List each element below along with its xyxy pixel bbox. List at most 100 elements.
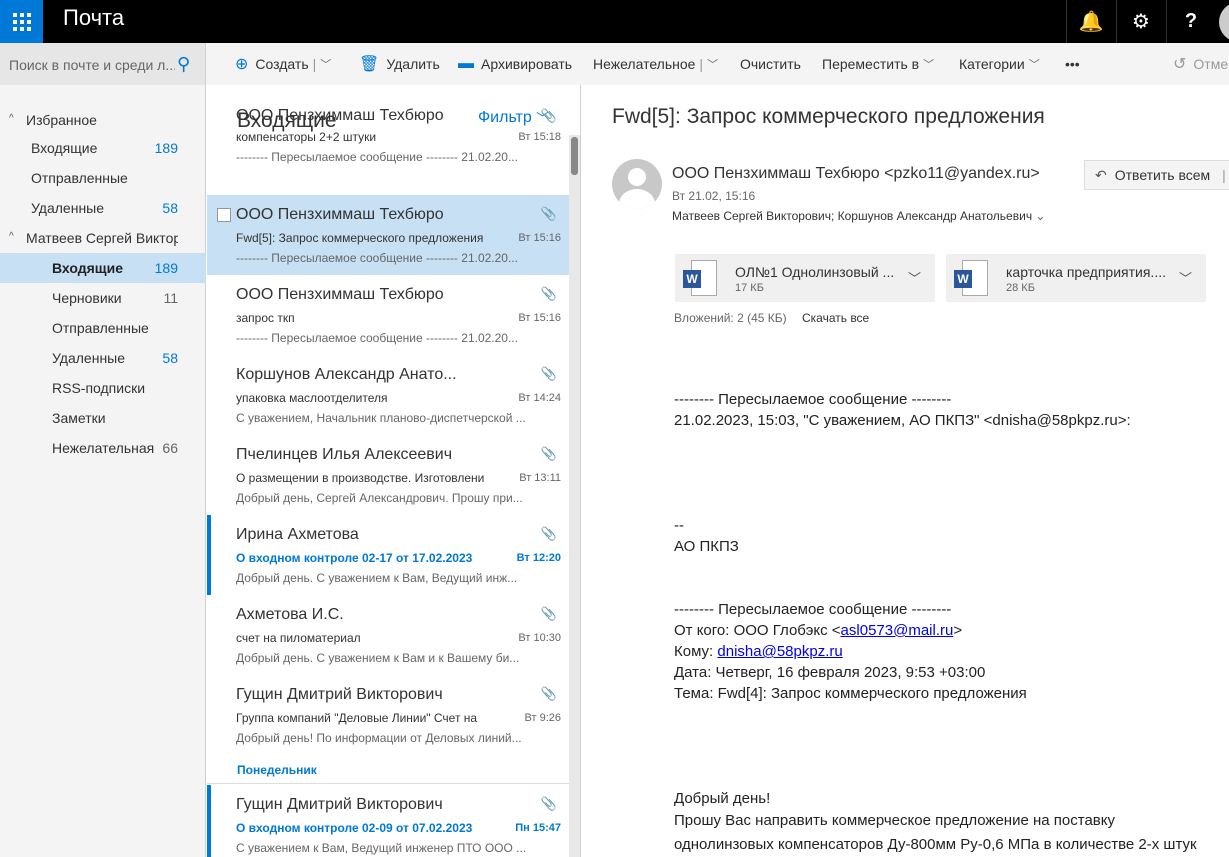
message-time: Вт 10:30	[518, 632, 561, 644]
junk-label: Нежелательное	[593, 56, 696, 72]
message-preview: -------- Пересылаемое сообщение --------…	[236, 150, 518, 164]
search-icon[interactable]: ⚲	[177, 54, 190, 75]
new-message-button[interactable]: ⊕ Создать | ﹀	[235, 43, 331, 85]
undo-label: Отме	[1193, 56, 1229, 72]
list-item[interactable]: ООО Пензхиммаш Техбюро компенсаторы 2+2 …	[207, 107, 569, 195]
unread-count: 189	[154, 140, 178, 156]
email-link[interactable]: dnisha@58pkpz.ru	[717, 643, 842, 660]
list-item[interactable]: ООО Пензхиммаш Техбюро запрос ткп Вт 15:…	[207, 275, 569, 355]
archive-button[interactable]: ▬ Архивировать	[458, 43, 572, 85]
body-text: --	[674, 517, 684, 534]
paperclip-icon: 📎	[540, 606, 557, 621]
recipients[interactable]: Матвеев Сергей Викторович; Коршунов Алек…	[672, 209, 1045, 223]
message-time: Вт 15:16	[518, 312, 561, 324]
paperclip-icon: 📎	[540, 206, 557, 221]
paperclip-icon: 📎	[540, 366, 557, 381]
sidebar-item-deleted[interactable]: Удаленные 58	[0, 343, 206, 373]
sidebar-item-junk[interactable]: Нежелательная 66	[0, 433, 206, 463]
top-bar	[0, 0, 1229, 43]
message-time: Вт 15:16	[518, 232, 561, 244]
add-icon: ⊕	[235, 56, 249, 73]
list-item[interactable]: Пчелинцев Илья Алексеевич О размещении в…	[207, 435, 569, 515]
account-header[interactable]: ^ Матвеев Сергей Виктор	[0, 223, 206, 253]
item-count: 11	[163, 290, 178, 306]
app-launcher-icon[interactable]	[0, 0, 43, 43]
sidebar-item-sent[interactable]: Отправленные	[0, 313, 206, 343]
attachment-card[interactable]: W ОЛ№1 Однолинзовый ... 17 КБ ﹀	[675, 254, 935, 302]
chevron-up-icon[interactable]: ^	[9, 231, 14, 242]
body-from-line: От кого: ООО Глобэкс <asl0573@mail.ru>	[674, 622, 963, 639]
message-subject: О входном контроле 02-09 от 07.02.2023	[236, 821, 473, 835]
move-to-button[interactable]: Переместить в ﹀	[822, 43, 934, 85]
bell-icon[interactable]: 🔔	[1066, 0, 1115, 43]
sidebar-item-fav-deleted[interactable]: Удаленные 58	[0, 193, 206, 223]
list-item[interactable]: Ахметова И.С. счет на пиломатериал Вт 10…	[207, 595, 569, 675]
message-preview: С уважением к Вам, Ведущий инженер ПТО О…	[236, 841, 526, 855]
message-sender: Гущин Дмитрий Викторович	[236, 686, 443, 703]
undo-button[interactable]: ↺ Отме	[1173, 43, 1228, 85]
more-icon: •••	[1065, 56, 1080, 72]
reply-all-button[interactable]: ↶ Ответить всем |	[1084, 160, 1229, 190]
body-text: Добрый день!	[674, 790, 771, 807]
message-sender: ООО Пензхиммаш Техбюро	[236, 286, 444, 303]
chevron-down-icon[interactable]: ﹀	[1179, 268, 1192, 287]
chevron-down-icon[interactable]: ﹀	[707, 56, 718, 72]
undo-icon: ↺	[1173, 56, 1187, 73]
attachment-name: карточка предприятия....	[1006, 264, 1166, 280]
message-subject-heading: Fwd[5]: Запрос коммерческого предложения	[612, 105, 1045, 128]
paperclip-icon: 📎	[540, 796, 557, 811]
item-count: 66	[162, 440, 178, 456]
message-preview: Добрый день! По информации от Деловых ли…	[236, 731, 522, 745]
help-icon[interactable]: ?	[1166, 0, 1215, 43]
categories-button[interactable]: Категории ﹀	[959, 43, 1040, 85]
list-item[interactable]: Гущин Дмитрий Викторович О входном контр…	[207, 785, 569, 857]
sender-address[interactable]: ООО Пензхиммаш Техбюро <pzko11@yandex.ru…	[672, 165, 1040, 183]
list-item[interactable]: Ирина Ахметова О входном контроле 02-17 …	[207, 515, 569, 595]
select-checkbox[interactable]	[217, 208, 231, 222]
archive-icon: ▬	[458, 55, 474, 72]
list-item[interactable]: Коршунов Александр Анато... упаковка мас…	[207, 355, 569, 435]
unread-count: 189	[154, 260, 178, 276]
sidebar-item-notes[interactable]: Заметки	[0, 403, 206, 433]
reply-all-icon: ↶	[1095, 166, 1107, 183]
message-sender: Ирина Ахметова	[236, 526, 359, 543]
more-button[interactable]: •••	[1065, 43, 1080, 85]
word-document-icon: W	[954, 260, 988, 296]
gear-icon[interactable]: ⚙	[1116, 0, 1165, 43]
message-sender: Гущин Дмитрий Викторович	[236, 796, 443, 813]
sidebar-item-drafts[interactable]: Черновики 11	[0, 283, 206, 313]
message-subject: О входном контроле 02-17 от 17.02.2023	[236, 551, 473, 565]
chevron-down-icon[interactable]: ﹀	[908, 268, 921, 287]
sidebar-item-rss[interactable]: RSS-подписки	[0, 373, 206, 403]
list-item[interactable]: Гущин Дмитрий Викторович Группа компаний…	[207, 675, 569, 755]
download-all-link[interactable]: Скачать все	[802, 311, 869, 325]
junk-button[interactable]: Нежелательное | ﹀	[593, 43, 718, 85]
unread-count: 58	[162, 350, 178, 366]
attachment-size: 28 КБ	[1006, 282, 1035, 294]
attachment-card[interactable]: W карточка предприятия.... 28 КБ ﹀	[946, 254, 1206, 302]
search-input[interactable]: Поиск в почте и среди л... ⚲	[0, 43, 206, 85]
attachment-name: ОЛ№1 Однолинзовый ...	[735, 264, 895, 280]
chevron-down-icon[interactable]: ﹀	[320, 56, 331, 72]
favorites-header[interactable]: ^ Избранное	[0, 105, 206, 135]
message-time: Пн 15:47	[515, 822, 561, 834]
search-placeholder: Поиск в почте и среди л...	[9, 57, 175, 73]
word-document-icon: W	[683, 260, 717, 296]
sweep-button[interactable]: Очистить	[740, 43, 801, 85]
message-time: Вт 13:11	[519, 472, 561, 484]
delete-button[interactable]: 🗑 Удалить	[359, 43, 440, 85]
chevron-up-icon[interactable]: ^	[9, 113, 14, 124]
message-subject: О размещении в производстве. Изготовлени	[236, 471, 484, 485]
email-link[interactable]: asl0573@mail.ru	[841, 622, 954, 639]
message-sender: ООО Пензхиммаш Техбюро	[236, 107, 444, 124]
sidebar-item-fav-inbox[interactable]: Входящие 189	[0, 133, 206, 163]
scrollbar[interactable]	[569, 135, 580, 857]
sidebar-item-inbox[interactable]: Входящие 189	[0, 253, 206, 283]
scrollbar-thumb[interactable]	[571, 137, 578, 175]
list-item[interactable]: ООО Пензхиммаш Техбюро Fwd[5]: Запрос ко…	[207, 195, 569, 275]
sidebar-item-fav-sent[interactable]: Отправленные	[0, 163, 206, 193]
message-preview: Добрый день, Сергей Александрович. Прошу…	[236, 491, 523, 505]
message-subject: Fwd[5]: Запрос коммерческого предложения	[236, 231, 484, 245]
message-sender: Коршунов Александр Анато...	[236, 366, 457, 383]
expand-icon[interactable]: ⌄	[1035, 209, 1045, 223]
